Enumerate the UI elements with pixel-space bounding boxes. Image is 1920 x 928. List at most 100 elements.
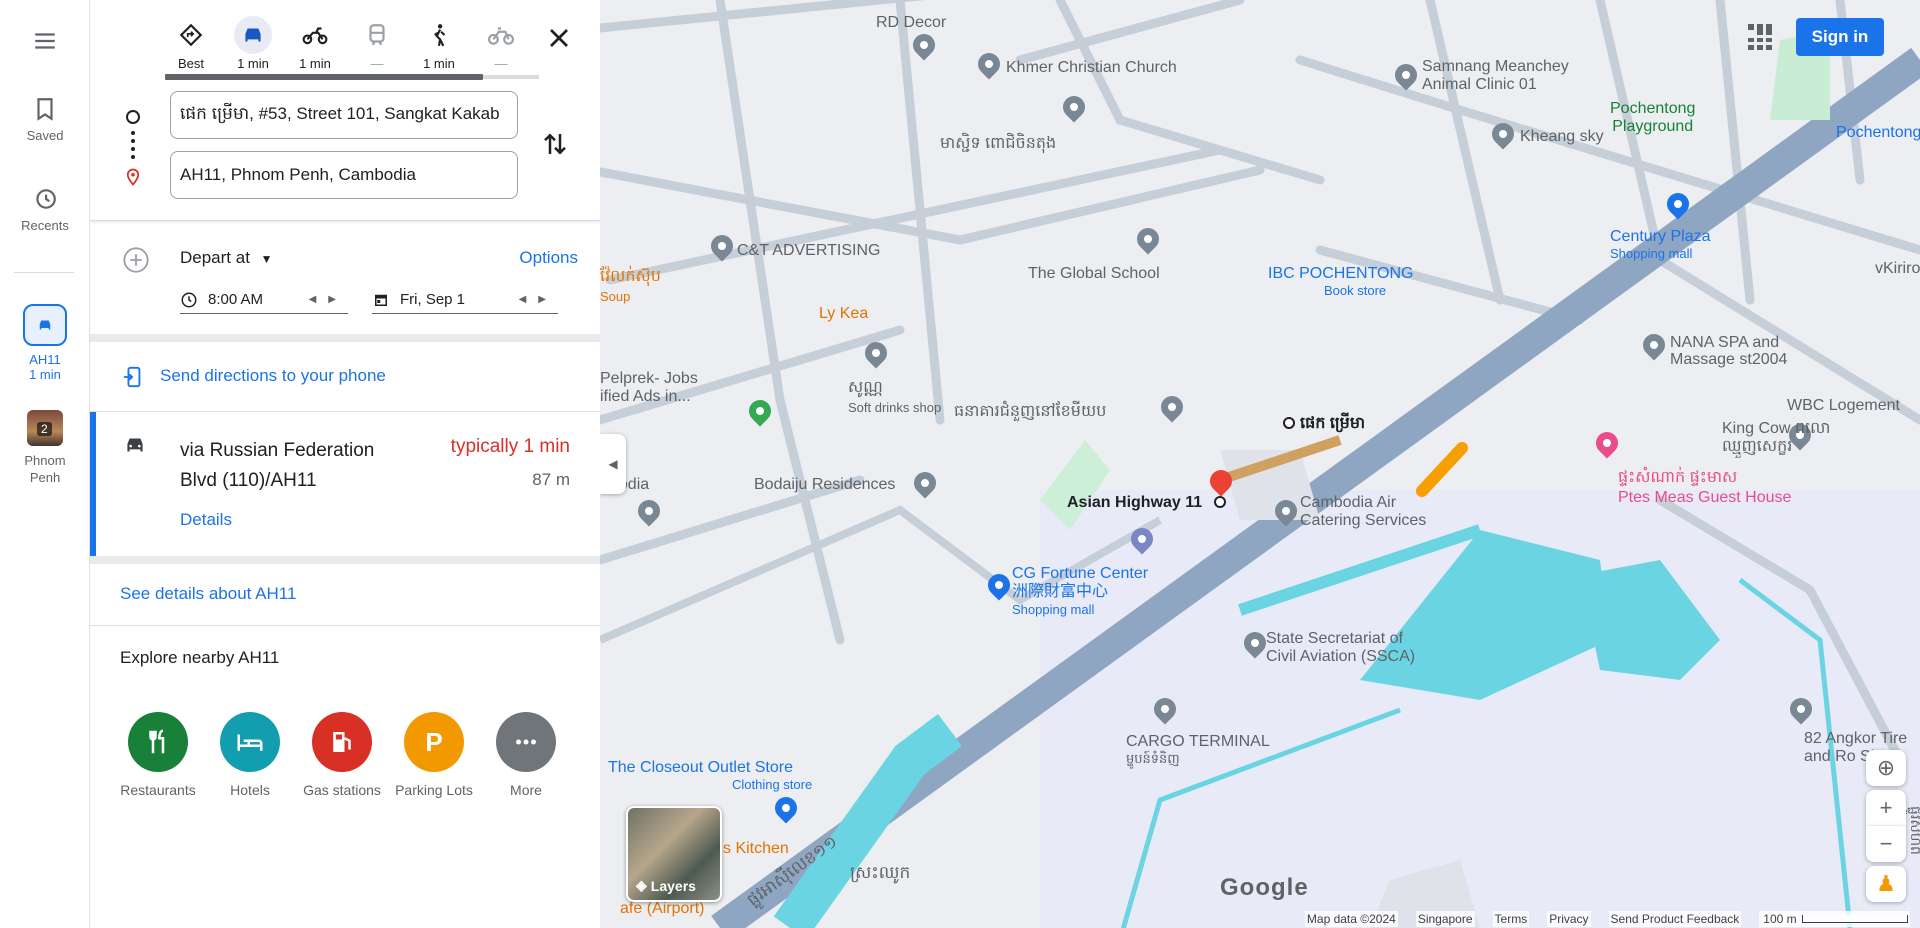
category-hotel[interactable]: Hotels (204, 712, 296, 798)
mode-tab-transit[interactable]: — (348, 16, 406, 71)
date-value: Fri, Sep 1 (400, 291, 466, 308)
king-cow-line1: King Cow ពលោ (1722, 420, 1831, 437)
close-directions-button[interactable] (543, 22, 575, 54)
label-ly-kea[interactable]: Ly Kea (819, 305, 868, 323)
depart-at-dropdown[interactable]: Depart at ▼ (180, 248, 273, 268)
zoom-out-button[interactable]: − (1866, 826, 1906, 862)
mode-tab-bicycle[interactable]: — (472, 16, 530, 71)
label-ct-adv[interactable]: C&T ADVERTISING (737, 242, 880, 260)
route-details-link[interactable]: Details (180, 510, 232, 530)
label-century-plaza[interactable]: Century Plaza Shopping mall (1610, 228, 1711, 261)
chevron-left-icon: ◀ (608, 457, 618, 471)
mode-tab-car[interactable]: 1 min (224, 16, 282, 71)
mode-label: 1 min (237, 56, 269, 71)
recents-button[interactable]: Recents (0, 186, 90, 233)
label-ptes-meas[interactable]: ផ្ទះសំណាក់ ផ្ទះមាស Ptes Meas Guest House (1618, 468, 1791, 508)
feedback-link[interactable]: Send Product Feedback (1608, 910, 1742, 927)
label-kitchen[interactable]: s Kitchen (723, 840, 789, 858)
label-global-school[interactable]: The Global School (1028, 265, 1160, 283)
collapse-panel-button[interactable]: ◀ (600, 434, 626, 494)
route-time: typically 1 min (450, 436, 570, 457)
label-ibc[interactable]: IBC POCHENTONG Book store (1268, 265, 1414, 298)
category-label: Parking Lots (395, 782, 473, 798)
label-soup[interactable]: វ៉ែលក់ស៊ុប Soup (600, 265, 661, 304)
destination-input[interactable]: AH11, Phnom Penh, Cambodia (170, 151, 518, 199)
label-king-cow[interactable]: King Cow ពលោ ឈ្មួញសេក្ខរ (1722, 420, 1830, 456)
sign-in-button[interactable]: Sign in (1796, 18, 1884, 56)
label-soft-drinks[interactable]: សូណ្ណ Soft drinks shop (848, 376, 941, 415)
mode-tab-walking[interactable]: 1 min (410, 16, 468, 71)
terms-link[interactable]: Terms (1492, 910, 1530, 927)
car-icon (127, 438, 143, 452)
label-khmer-church[interactable]: Khmer Christian Church (1006, 59, 1177, 77)
time-arrows-icon[interactable]: ◀▶ (309, 294, 348, 305)
label-pochentong-playground[interactable]: Pochentong Playground (1610, 100, 1695, 136)
label-side-road: ផ្លូវសហព (1907, 806, 1920, 855)
label-mosque[interactable]: មាស្ជិទ ពោជិចិនតុង (940, 132, 1056, 156)
label-cambodia-air[interactable]: Cambodia Air Catering Services (1300, 494, 1426, 530)
options-button[interactable]: Options (519, 248, 578, 268)
map-canvas[interactable]: RD Decor Khmer Christian Church Samnang … (600, 0, 1920, 928)
label-vkirirom[interactable]: vKiriror (1875, 260, 1920, 278)
street-view-button[interactable]: ♟ (1866, 866, 1906, 902)
menu-button[interactable] (0, 28, 90, 60)
mode-icon-wrap (420, 16, 458, 54)
label-kheang-sky[interactable]: Kheang sky (1520, 128, 1604, 146)
mode-tab-motorcycle[interactable]: 1 min (286, 16, 344, 71)
recent-route-ah11[interactable]: AH11 1 min (0, 304, 90, 382)
mode-icon-wrap (482, 16, 520, 54)
cac-line2: Catering Services (1300, 512, 1427, 529)
saved-button[interactable]: Saved (0, 96, 90, 143)
apps-button[interactable] (1748, 24, 1774, 50)
car-icon (245, 28, 261, 42)
label-bodaiju[interactable]: Bodaiju Residences (754, 476, 895, 494)
label-closeout[interactable]: The Closeout Outlet Store Clothing store (608, 759, 812, 792)
route-option[interactable]: via Russian Federation Blvd (110)/AH11 t… (90, 412, 600, 556)
label-bank[interactable]: ធនាគារជំនួញ​នៅ​ខែមីយប (954, 400, 1106, 424)
layers-caption: ◈ Layers (636, 877, 696, 894)
playground-line1: Pochentong (1610, 100, 1696, 117)
history-icon (36, 189, 56, 209)
label-cargo[interactable]: CARGO TERMINAL ម្ហូបន៍ទំនិញ (1126, 733, 1270, 770)
mode-tab-diamond-directions[interactable]: Best (162, 16, 220, 71)
send-to-phone-button[interactable]: Send directions to your phone (90, 342, 600, 412)
date-field[interactable]: Fri, Sep 1 ◀▶ (372, 286, 558, 314)
recent-place-phnom-penh[interactable]: 2 Phnom Penh (0, 410, 90, 486)
category-gas-station[interactable]: Gas stations (296, 712, 388, 798)
map-data-credit: Map data ©2024 (1304, 910, 1398, 927)
label-sscaa[interactable]: State Secretariat of Civil Aviation (SSCA… (1266, 630, 1415, 666)
car-icon (39, 320, 51, 330)
region-link[interactable]: Singapore (1415, 910, 1475, 927)
diamond-directions-icon (179, 23, 203, 47)
zoom-in-button[interactable]: + (1866, 790, 1906, 826)
destination-value: AH11, Phnom Penh, Cambodia (180, 165, 416, 184)
mode-icon-wrap (172, 16, 210, 54)
category-more[interactable]: More (480, 712, 572, 798)
label-wbc[interactable]: WBC Logement (1787, 397, 1900, 415)
label-cg-fortune[interactable]: CG Fortune Center 洲際財富中心 Shopping mall (1012, 565, 1148, 619)
scale-bar[interactable]: 100 m (1759, 910, 1910, 927)
closeout-type: Clothing store (732, 777, 813, 792)
privacy-link[interactable]: Privacy (1547, 910, 1591, 927)
category-restaurant[interactable]: Restaurants (112, 712, 204, 798)
hotel-icon (237, 734, 263, 751)
restaurant-icon (149, 729, 165, 754)
see-details-link[interactable]: See details about AH11 (120, 584, 296, 604)
time-field[interactable]: 8:00 AM ◀▶ (180, 286, 348, 314)
label-pelprek[interactable]: Pelprek- Jobs ified Ads in... (600, 370, 698, 406)
google-logo: Google (1220, 874, 1309, 902)
my-location-button[interactable]: ⊕ (1866, 750, 1906, 786)
label-samnang[interactable]: Samnang Meanchey Animal Clinic 01 (1422, 58, 1569, 94)
date-arrows-icon[interactable]: ◀▶ (519, 294, 558, 305)
layers-button[interactable]: ◈ Layers (626, 806, 722, 902)
add-stop-icon[interactable] (122, 246, 150, 274)
start-marker[interactable] (1283, 417, 1295, 429)
label-rd-decor[interactable]: RD Decor (876, 14, 946, 32)
category-parking[interactable]: P Parking Lots (388, 712, 480, 798)
scale-line (1802, 915, 1908, 924)
origin-input[interactable]: ផេក ម្រើមា, #53, Street 101, Sangkat Kak… (170, 91, 518, 139)
label-pochentong[interactable]: Pochentong (1836, 124, 1920, 142)
cargo-name: CARGO TERMINAL (1126, 733, 1270, 750)
label-nana-spa[interactable]: NANA SPA and Massage st2004 (1670, 334, 1787, 368)
swap-button[interactable] (540, 128, 570, 160)
